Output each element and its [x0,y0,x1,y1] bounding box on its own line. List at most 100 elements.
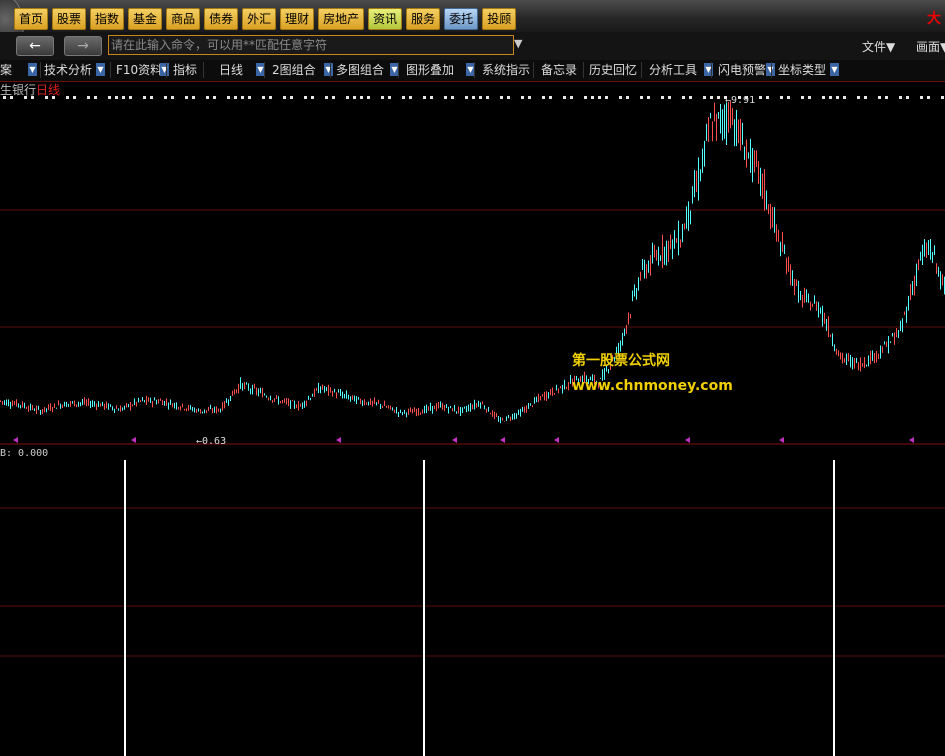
signal-dot [10,96,13,99]
signal-dot [444,96,447,99]
signal-dot [906,96,909,99]
toolbar-dropdown-icon[interactable]: ▼ [28,63,37,76]
signal-dot [353,96,356,99]
signal-dot [115,96,118,99]
forward-icon[interactable]: → [64,36,102,56]
signal-dot [521,96,524,99]
toolbar-divider [110,62,111,78]
signal-dot [346,96,349,99]
signal-dot [500,96,503,99]
signal-dot [241,96,244,99]
nav-button-6[interactable]: 外汇 [242,8,277,30]
signal-dot [836,96,839,99]
signal-dot [822,96,825,99]
signal-dot [507,96,510,99]
toolbar-item-4[interactable]: 日线 [219,62,243,78]
nav-button-5[interactable]: 债券 [204,8,239,30]
signal-dot [451,96,454,99]
toolbar-item-6[interactable]: 多图组合 [336,62,384,78]
signal-dot [66,96,69,99]
signal-dot [381,96,384,99]
signal-marker [336,437,341,443]
toolbar-divider [40,62,41,78]
signal-dot [801,96,804,99]
indicator-chart[interactable] [0,458,945,756]
nav-button-2[interactable]: 指数 [90,8,125,30]
signal-dot [409,96,412,99]
signal-dot [332,96,335,99]
toolbar-divider [203,62,204,78]
watermark-url: www.chnmoney.com [572,378,733,394]
signal-dot [689,96,692,99]
signal-dot [129,96,132,99]
signal-dot [150,96,153,99]
file-menu[interactable]: 文件▼ [862,38,895,55]
toolbar-item-9[interactable]: 备忘录 [541,62,577,78]
signal-dot [87,96,90,99]
nav-button-7[interactable]: 理财 [280,8,315,30]
signal-dot [857,96,860,99]
nav-button-12[interactable]: 投顾 [482,8,517,30]
signal-dot [367,96,370,99]
signal-dot [234,96,237,99]
signal-dot [563,96,566,99]
signal-dot [668,96,671,99]
signal-dot [192,96,195,99]
toolbar-divider [641,62,642,78]
signal-dot [3,96,6,99]
back-icon[interactable]: ← [16,36,54,56]
nav-button-8[interactable]: 房地产 [318,8,365,30]
toolbar-divider [166,62,167,78]
signal-dot [94,96,97,99]
high-price-label: ←9.91 [725,95,755,106]
toolbar-item-12[interactable]: 闪电预警 [718,62,766,78]
chevron-down-icon[interactable]: ▼ [514,37,522,50]
signal-dot [423,96,426,99]
toolbar-dropdown-icon[interactable]: ▼ [324,63,333,76]
signal-dot [171,96,174,99]
signal-marker [13,437,18,443]
signal-dot [640,96,643,99]
toolbar-item-11[interactable]: 分析工具 [649,62,697,78]
signal-dot [269,96,272,99]
signal-dot [45,96,48,99]
toolbar-dropdown-icon[interactable]: ▼ [96,63,105,76]
signal-dot [108,96,111,99]
nav-button-10[interactable]: 服务 [406,8,441,30]
nav-button-4[interactable]: 商品 [166,8,201,30]
signal-marker [131,437,136,443]
nav-button-11[interactable]: 委托 [444,8,479,30]
toolbar-item-10[interactable]: 历史回忆 [589,62,637,78]
toolbar-dropdown-icon[interactable]: ▼ [830,63,839,76]
signal-dot [388,96,391,99]
signal-dot [227,96,230,99]
command-input[interactable] [108,35,514,55]
signal-marker [909,437,914,443]
toolbar-divider [330,62,331,78]
toolbar-item-8[interactable]: 系统指示 [482,62,530,78]
nav-button-3[interactable]: 基金 [128,8,163,30]
toolbar-item-0[interactable]: 案 [0,62,12,78]
nav-button-0[interactable]: 首页 [14,8,49,30]
toolbar-item-13[interactable]: 坐标类型 [778,62,826,78]
toolbar-item-5[interactable]: 2图组合 [272,62,316,78]
signal-dot [304,96,307,99]
toolbar-item-7[interactable]: 图形叠加 [406,62,454,78]
signal-dot [360,96,363,99]
signal-marker [779,437,784,443]
toolbar-item-2[interactable]: F10资料 [116,62,162,78]
signal-dot [843,96,846,99]
toolbar-item-1[interactable]: 技术分析 [44,62,92,78]
nav-button-9[interactable]: 资讯 [368,8,403,30]
signal-dot [262,96,265,99]
signal-dot [73,96,76,99]
price-chart[interactable]: ←9.91 ←0.63 [0,91,945,447]
signal-dot [766,96,769,99]
toolbar-item-3[interactable]: 指标 [173,62,197,78]
view-menu[interactable]: 画面▼ [916,38,945,55]
signal-dot [941,96,944,99]
signal-dot [24,96,27,99]
signal-dot [528,96,531,99]
nav-button-1[interactable]: 股票 [52,8,87,30]
toolbar-dropdown-icon[interactable]: ▼ [160,63,169,76]
